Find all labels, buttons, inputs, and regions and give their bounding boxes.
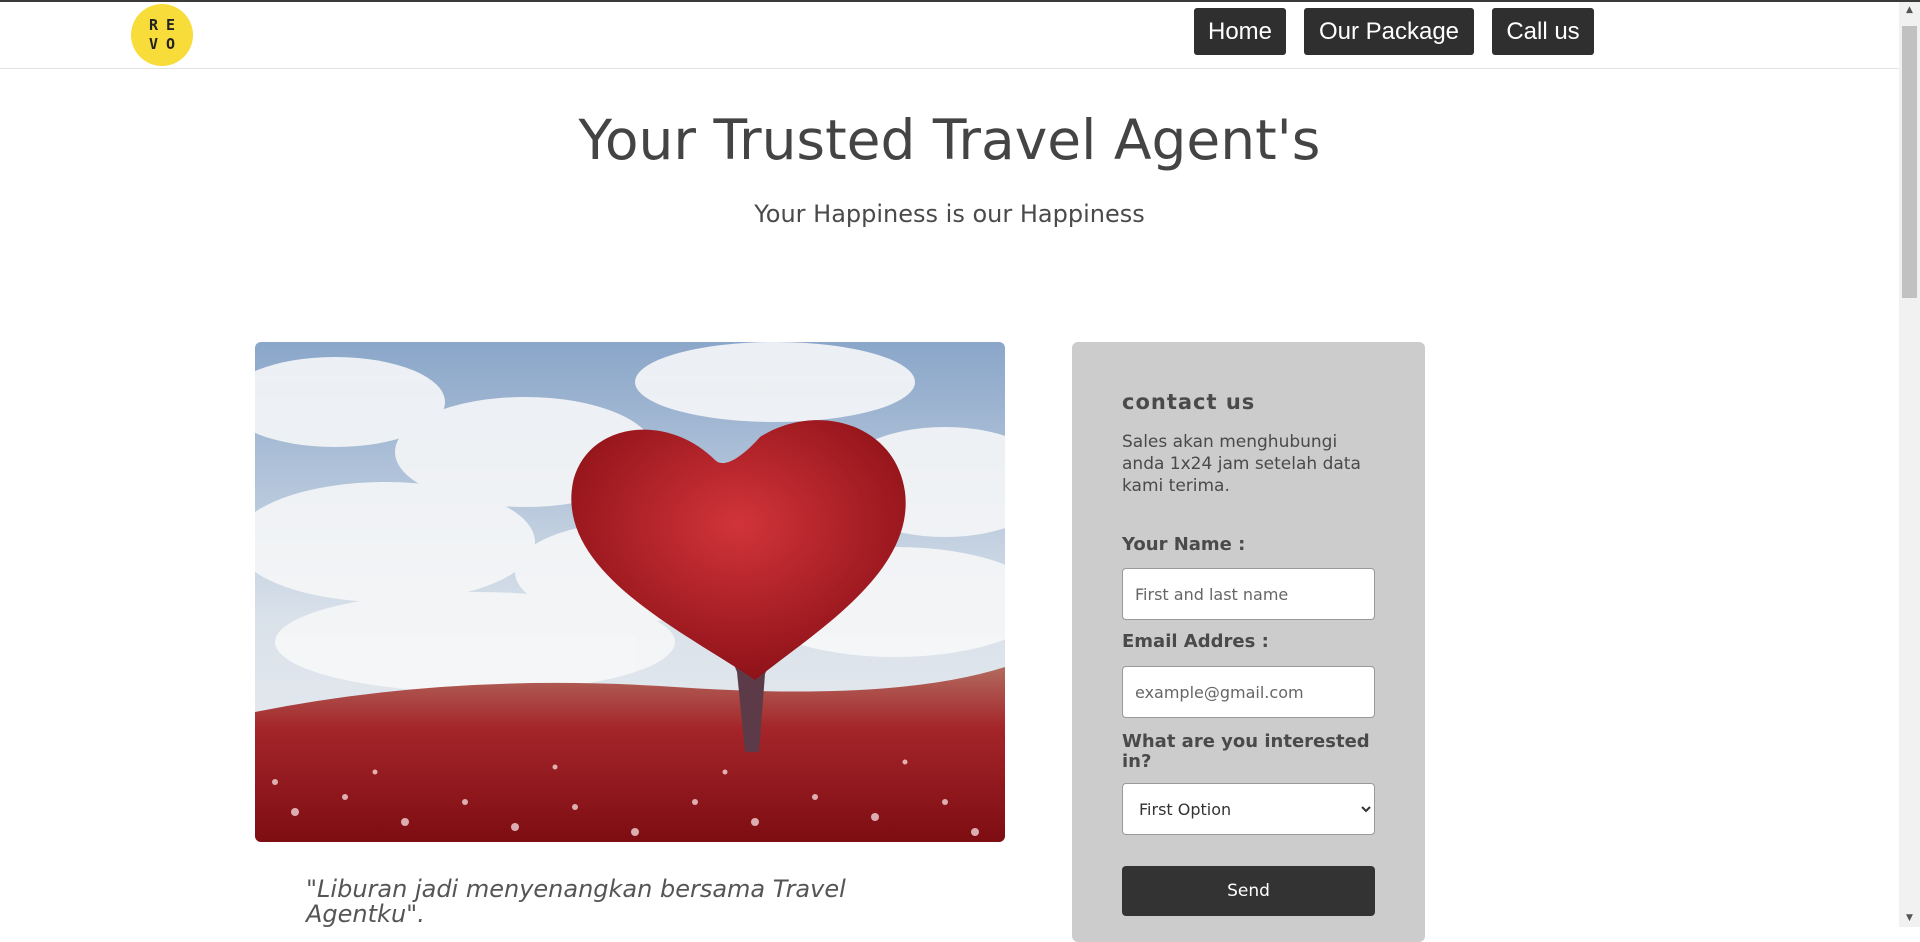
send-button[interactable]: Send bbox=[1122, 866, 1375, 916]
logo-letter: O bbox=[165, 35, 176, 53]
triangle-up-icon[interactable]: ▲ bbox=[1899, 2, 1920, 19]
heart-tree-image bbox=[255, 342, 1005, 842]
contact-title: contact us bbox=[1122, 390, 1256, 414]
triangle-down-icon[interactable]: ▼ bbox=[1899, 910, 1920, 927]
logo-letter: R bbox=[148, 16, 159, 34]
name-input[interactable] bbox=[1122, 568, 1375, 620]
logo-letter: V bbox=[148, 35, 159, 53]
contact-description: Sales akan menghubungi anda 1x24 jam set… bbox=[1122, 432, 1361, 496]
name-label: Your Name : bbox=[1122, 534, 1246, 555]
email-input[interactable] bbox=[1122, 666, 1375, 718]
page-title: Your Trusted Travel Agent's bbox=[578, 108, 1321, 172]
nav-our-package-button[interactable]: Our Package bbox=[1304, 8, 1474, 55]
logo-letter: E bbox=[165, 16, 176, 34]
scrollbar-thumb[interactable] bbox=[1902, 26, 1917, 298]
nav-call-us-button[interactable]: Call us bbox=[1492, 8, 1594, 55]
nav-home-button[interactable]: Home bbox=[1194, 8, 1286, 55]
contact-form-card: contact us Sales akan menghubungi anda 1… bbox=[1072, 342, 1425, 942]
page-scrollbar[interactable]: ▲ ▼ bbox=[1899, 2, 1920, 927]
revo-logo[interactable]: R E V O bbox=[131, 4, 193, 66]
page-subtitle: Your Happiness is our Happiness bbox=[754, 200, 1145, 228]
travel-quote: "Liburan jadi menyenangkan bersama Trave… bbox=[306, 875, 846, 928]
email-label: Email Addres : bbox=[1122, 631, 1269, 652]
interest-select[interactable]: First Option bbox=[1122, 783, 1375, 835]
interest-label: What are you interested in? bbox=[1122, 731, 1370, 772]
navbar: R E V O Home Our Package Call us bbox=[0, 2, 1899, 69]
